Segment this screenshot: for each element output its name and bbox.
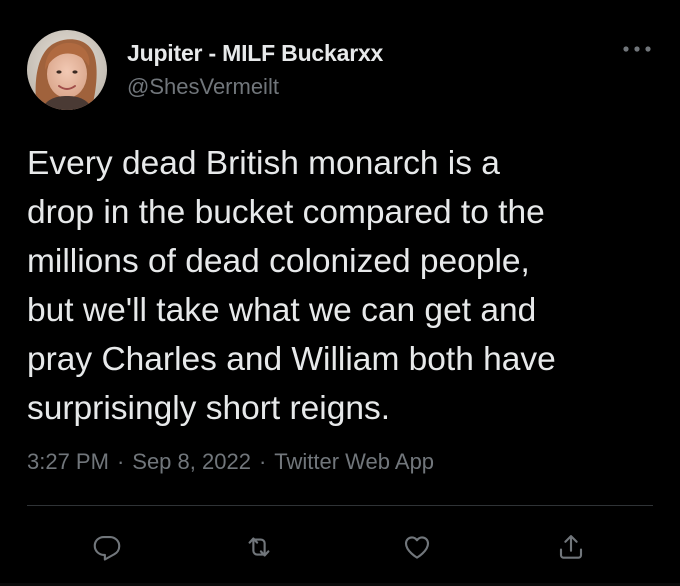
tweet-text-line: pray Charles and William both have [27, 341, 556, 378]
meta-separator: · [258, 449, 267, 474]
tweet-text-line: surprisingly short reigns. [27, 390, 391, 427]
retweet-button[interactable] [239, 527, 279, 567]
tweet-text-line: drop in the bucket compared to the [27, 194, 545, 231]
tweet-text-line: Every dead British monarch is a [27, 145, 500, 182]
share-icon [559, 535, 583, 559]
like-button[interactable] [397, 527, 437, 567]
reply-button[interactable] [87, 527, 127, 567]
action-bar [27, 527, 653, 567]
divider [27, 505, 653, 506]
avatar[interactable] [27, 30, 107, 110]
retweet-icon [248, 537, 270, 557]
tweet-text-line: but we'll take what we can get and [27, 292, 537, 329]
tweet-text-line: millions of dead colonized people, [27, 243, 530, 280]
author-handle[interactable]: @ShesVermeilt [127, 74, 279, 100]
tweet-metadata: 3:27 PM · Sep 8, 2022 · Twitter Web App [27, 449, 434, 475]
tweet-source[interactable]: Twitter Web App [274, 449, 434, 474]
tweet-text: Every dead British monarch is a drop in … [27, 139, 657, 433]
more-horizontal-icon [623, 46, 651, 52]
share-button[interactable] [551, 527, 591, 567]
avatar-image [27, 30, 107, 110]
tweet: Jupiter - MILF Buckarxx @ShesVermeilt Ev… [0, 0, 680, 586]
tweet-date[interactable]: Sep 8, 2022 [132, 449, 251, 474]
more-options-button[interactable] [620, 38, 654, 60]
author-display-name[interactable]: Jupiter - MILF Buckarxx [127, 40, 383, 67]
tweet-time[interactable]: 3:27 PM [27, 449, 109, 474]
heart-icon [404, 536, 430, 559]
reply-icon [93, 535, 121, 561]
meta-separator: · [116, 449, 125, 474]
